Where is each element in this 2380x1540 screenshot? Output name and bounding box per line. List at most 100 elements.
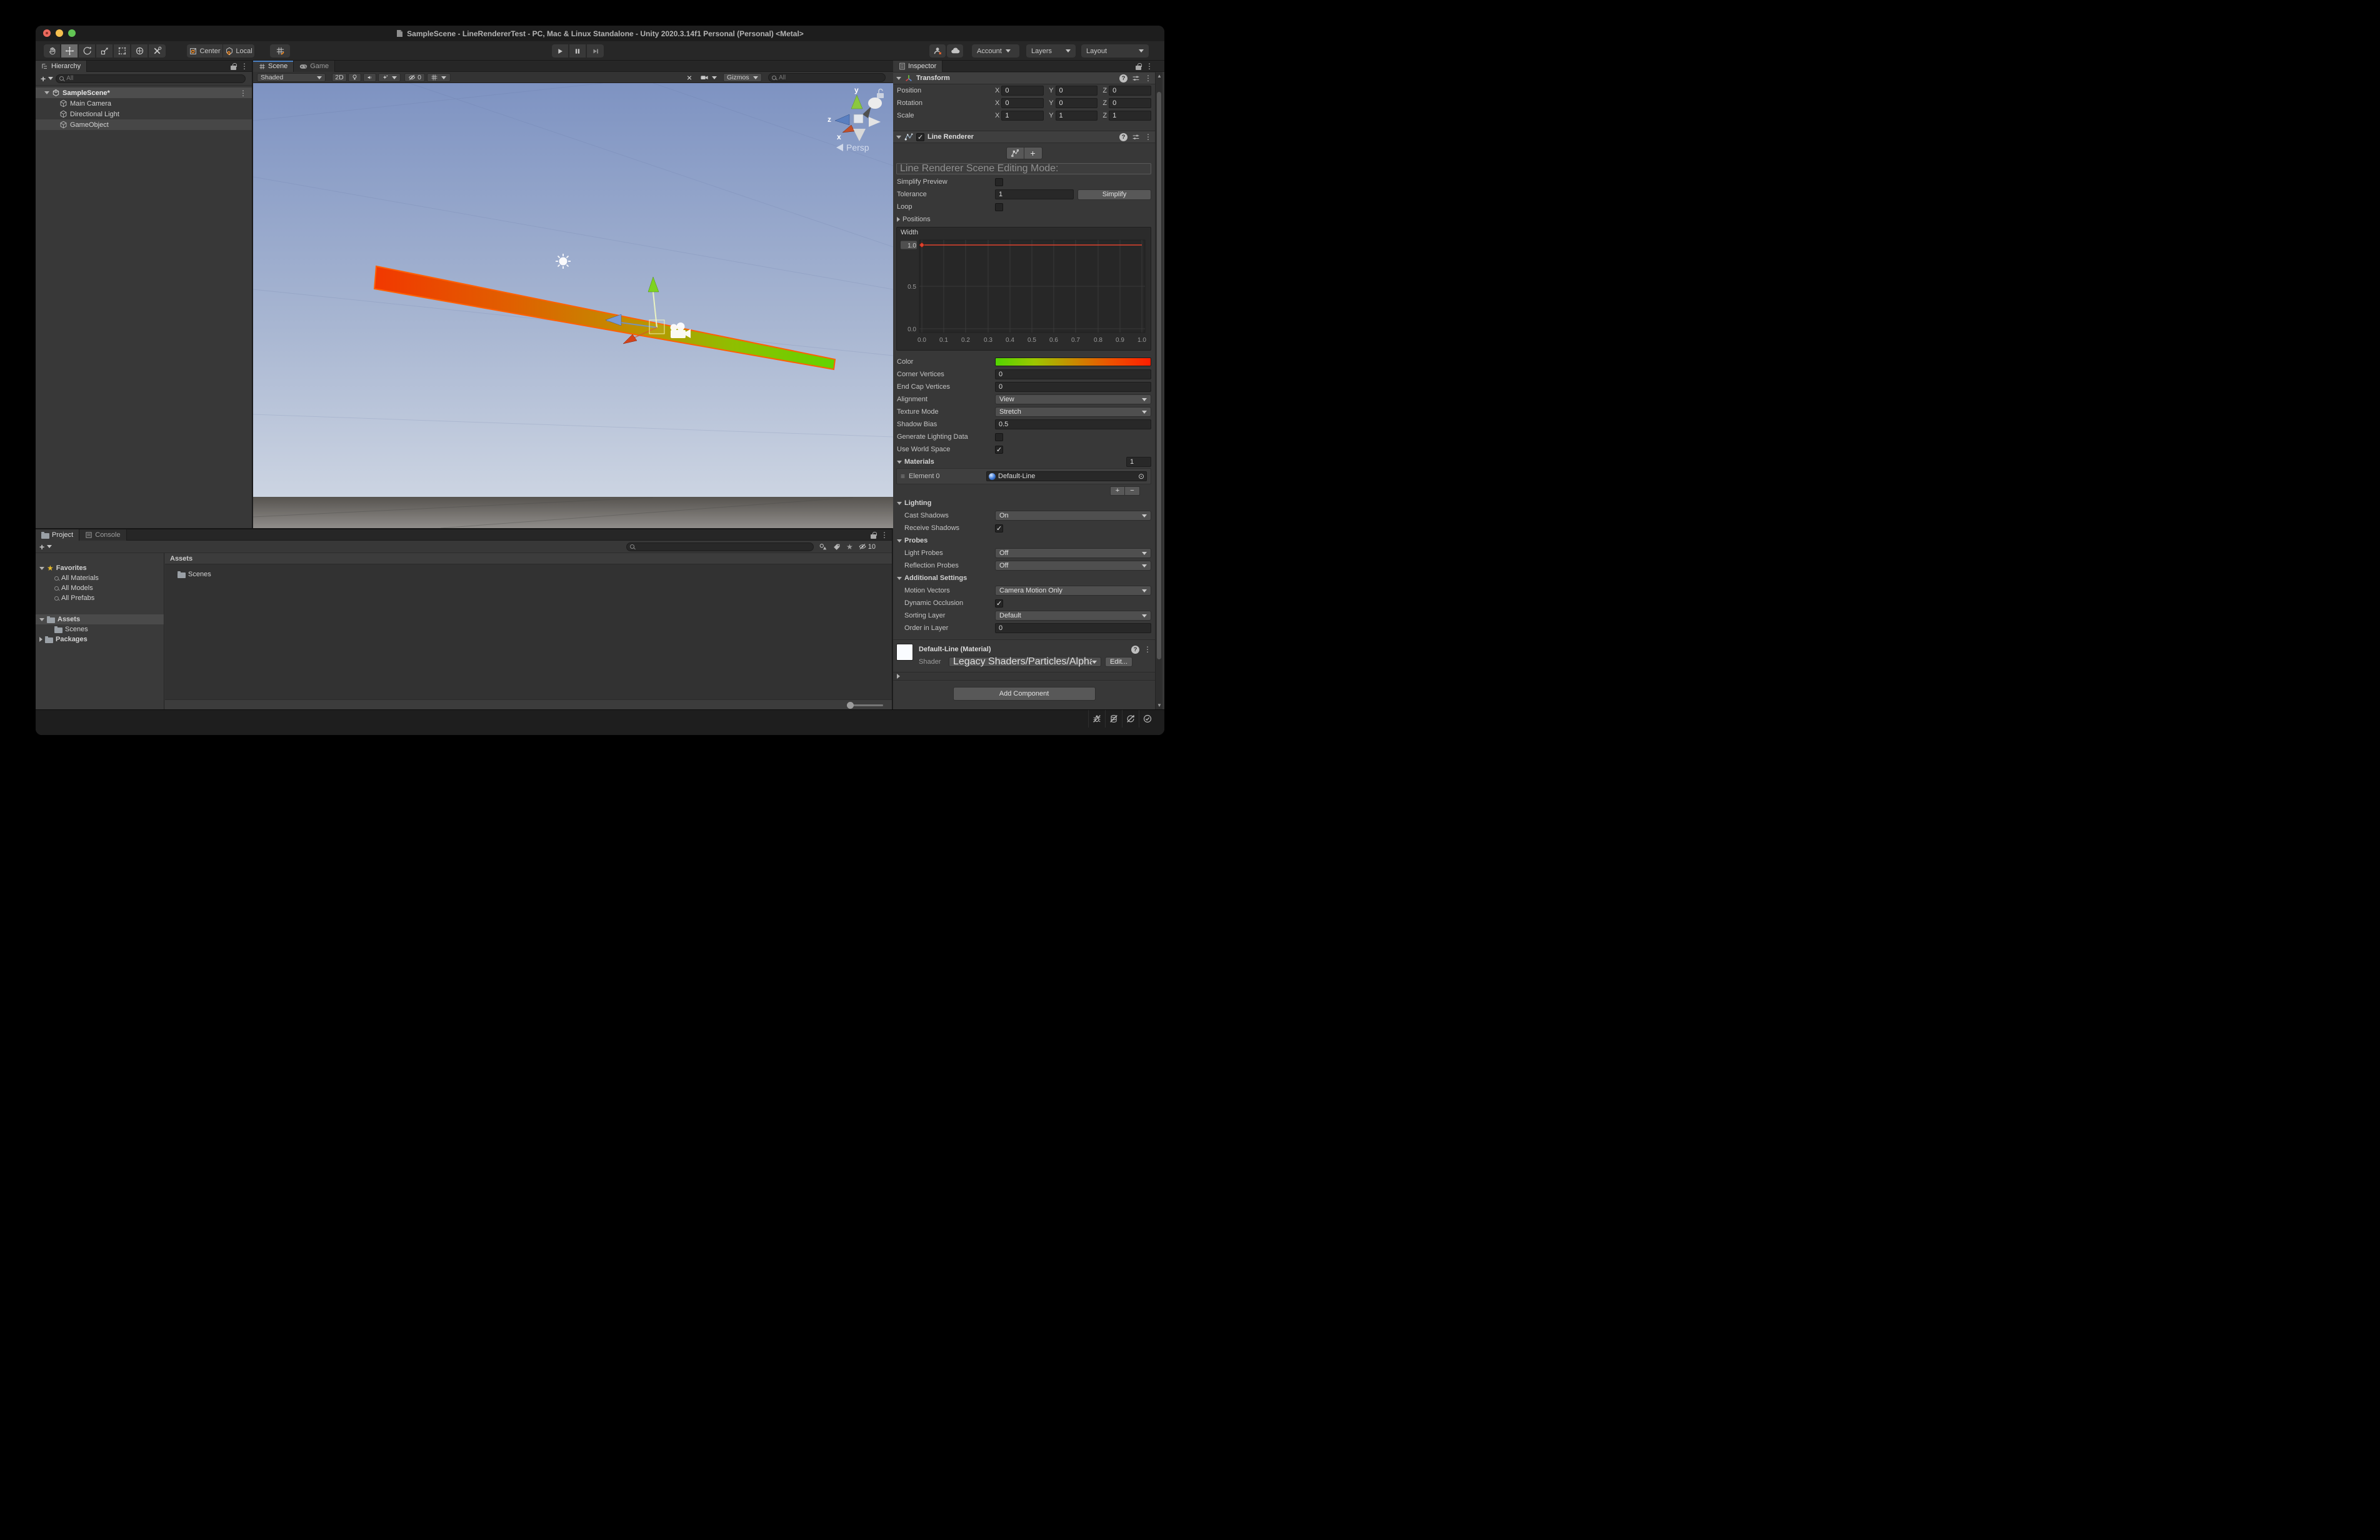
foldout-closed-icon[interactable]	[39, 637, 42, 642]
hidden-objects-button[interactable]: 0	[404, 73, 425, 82]
scene-search-input[interactable]	[779, 74, 882, 81]
foldout-open-icon[interactable]	[897, 539, 902, 542]
probes-section-row[interactable]: Probes	[893, 534, 1155, 547]
help-icon[interactable]	[1119, 133, 1128, 141]
scale-z-field[interactable]: 1	[1109, 111, 1151, 121]
tree-row-all-materials[interactable]: All Materials	[36, 573, 164, 583]
presets-icon[interactable]	[1132, 133, 1140, 141]
cache-server-disabled-icon[interactable]	[1105, 710, 1122, 728]
pause-button[interactable]	[569, 44, 586, 58]
reflection-probes-dropdown[interactable]: Off	[995, 561, 1151, 571]
search-by-label-icon[interactable]	[832, 542, 841, 551]
foldout-open-icon[interactable]	[39, 567, 44, 570]
scene-camera-dropdown[interactable]	[697, 73, 721, 82]
use-world-space-checkbox[interactable]	[995, 446, 1003, 454]
favorites-filter-icon[interactable]: ★	[846, 543, 853, 551]
tab-inspector[interactable]: Inspector	[893, 61, 942, 72]
tab-hierarchy[interactable]: Hierarchy	[36, 61, 87, 72]
grid-snapping-button[interactable]	[270, 44, 290, 58]
materials-row[interactable]: Materials 1	[893, 456, 1155, 468]
foldout-open-icon[interactable]	[896, 136, 901, 139]
add-material-button[interactable]: +	[1110, 486, 1125, 496]
tab-project[interactable]: Project	[36, 529, 79, 541]
inspector-scrollbar[interactable]: ▲ ▼	[1155, 72, 1162, 709]
foldout-open-icon[interactable]	[39, 618, 44, 621]
account-dropdown[interactable]: Account	[972, 44, 1019, 58]
receive-shadows-checkbox[interactable]	[995, 524, 1003, 532]
positions-row[interactable]: Positions	[893, 213, 1155, 226]
cloud-button[interactable]	[947, 44, 963, 58]
rotation-x-field[interactable]: 0	[1001, 98, 1044, 108]
component-enabled-checkbox[interactable]	[916, 133, 924, 141]
kebab-menu-icon[interactable]: ⋮	[881, 531, 888, 539]
color-gradient-field[interactable]	[995, 358, 1151, 366]
scroll-down-arrow[interactable]: ▼	[1156, 701, 1163, 709]
line-renderer-header[interactable]: Line Renderer ⋮	[893, 131, 1155, 143]
material-preview-swatch[interactable]	[896, 644, 913, 661]
tab-scene[interactable]: Scene	[253, 61, 294, 72]
step-button[interactable]	[587, 44, 604, 58]
scene-viewport[interactable]: y z x Persp	[253, 83, 893, 528]
add-object-button[interactable]: +	[41, 74, 46, 83]
cast-shadows-dropdown[interactable]: On	[995, 511, 1151, 521]
hierarchy-row-directional-light[interactable]: Directional Light	[36, 109, 252, 119]
hierarchy-search-input[interactable]	[66, 75, 242, 82]
foldout-open-icon[interactable]	[44, 91, 49, 94]
shader-dropdown[interactable]: Legacy Shaders/Particles/Alpha Blended P	[949, 657, 1101, 667]
custom-tool-button[interactable]	[149, 44, 166, 58]
scene-effects-dropdown[interactable]	[378, 73, 401, 82]
kebab-menu-icon[interactable]: ⋮	[1144, 646, 1151, 653]
position-z-field[interactable]: 0	[1109, 86, 1151, 96]
scene-grid-dropdown[interactable]	[427, 73, 451, 82]
move-tool-button[interactable]	[61, 44, 78, 58]
kebab-menu-icon[interactable]: ⋮	[1144, 133, 1152, 141]
scene-tools-button[interactable]	[683, 73, 696, 82]
foldout-open-icon[interactable]	[897, 502, 902, 505]
draw-mode-dropdown[interactable]: Shaded	[257, 73, 326, 82]
corner-vertices-input[interactable]: 0	[995, 369, 1151, 379]
foldout-open-icon[interactable]	[897, 577, 902, 580]
tree-row-all-prefabs[interactable]: All Prefabs	[36, 593, 164, 603]
scene-search[interactable]	[768, 73, 886, 82]
project-add-button[interactable]: +	[39, 542, 44, 551]
help-icon[interactable]	[1119, 74, 1128, 82]
zoom-slider-knob[interactable]	[847, 702, 854, 709]
material-object-field[interactable]: Default-Line ⊙	[986, 471, 1147, 481]
sorting-layer-dropdown[interactable]: Default	[995, 611, 1151, 621]
hierarchy-search[interactable]	[56, 74, 246, 83]
object-picker-icon[interactable]: ⊙	[1138, 472, 1144, 481]
gizmos-dropdown[interactable]: Gizmos	[723, 73, 762, 82]
zoom-slider[interactable]	[849, 704, 883, 706]
tree-row-favorites[interactable]: ★ Favorites	[36, 563, 164, 573]
chevron-down-icon[interactable]	[47, 545, 52, 551]
project-search[interactable]	[626, 542, 814, 551]
presets-icon[interactable]	[1132, 74, 1140, 82]
kebab-menu-icon[interactable]: ⋮	[1146, 62, 1153, 70]
edit-points-button[interactable]	[1006, 147, 1024, 159]
motion-vectors-dropdown[interactable]: Camera Motion Only	[995, 586, 1151, 596]
foldout-closed-icon[interactable]	[897, 217, 900, 222]
chevron-down-icon[interactable]	[48, 77, 53, 82]
light-probes-dropdown[interactable]: Off	[995, 548, 1151, 558]
position-x-field[interactable]: 0	[1001, 86, 1044, 96]
lock-icon[interactable]	[871, 534, 876, 539]
lighting-section-row[interactable]: Lighting	[893, 497, 1155, 509]
project-breadcrumb[interactable]: Assets	[165, 553, 892, 564]
foldout-open-icon[interactable]	[896, 77, 901, 80]
loop-checkbox[interactable]	[995, 203, 1003, 211]
remove-material-button[interactable]: −	[1125, 486, 1140, 496]
additional-settings-row[interactable]: Additional Settings	[893, 572, 1155, 584]
play-button[interactable]	[552, 44, 569, 58]
debugger-detached-icon[interactable]	[1088, 710, 1105, 728]
kebab-menu-icon[interactable]: ⋮	[239, 89, 247, 97]
position-y-field[interactable]: 0	[1056, 86, 1098, 96]
zoom-window-button[interactable]	[68, 29, 76, 37]
tree-row-scenes[interactable]: Scenes	[36, 624, 164, 634]
tree-row-assets[interactable]: Assets	[36, 614, 164, 624]
tree-row-packages[interactable]: Packages	[36, 634, 164, 644]
tree-row-all-models[interactable]: All Models	[36, 583, 164, 593]
kebab-menu-icon[interactable]: ⋮	[1144, 74, 1152, 82]
materials-size-input[interactable]: 1	[1126, 457, 1151, 467]
directional-light-gizmo[interactable]	[556, 254, 571, 269]
scale-tool-button[interactable]	[96, 44, 113, 58]
